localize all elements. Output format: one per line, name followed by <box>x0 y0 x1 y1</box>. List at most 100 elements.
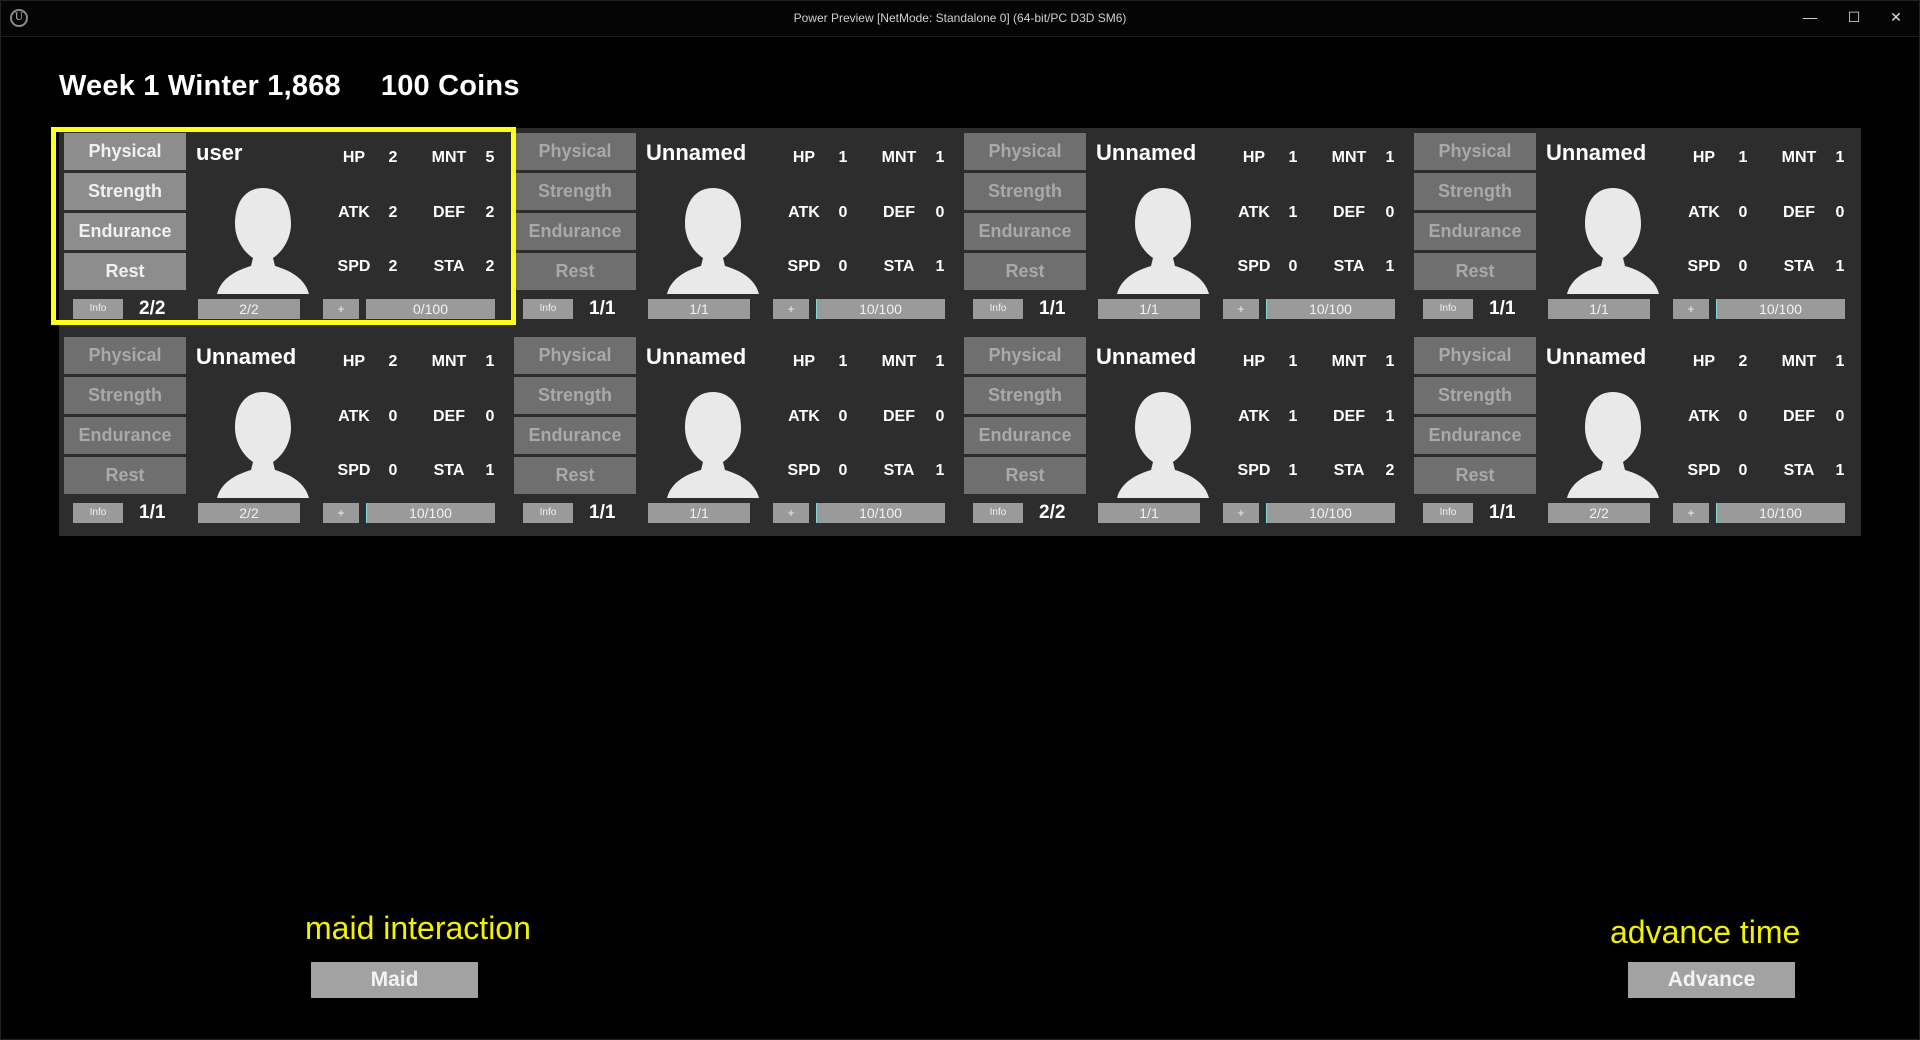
avatar-silhouette-icon <box>217 188 309 294</box>
stat-value-mnt: 1 <box>1835 353 1845 370</box>
train-rest-button[interactable]: Rest <box>514 253 636 290</box>
stat-label-atk: ATK <box>338 204 370 221</box>
train-endurance-button[interactable]: Endurance <box>514 213 636 250</box>
train-strength-button[interactable]: Strength <box>514 173 636 210</box>
character-name: user <box>196 140 243 165</box>
advance-annotation: advance time <box>1610 914 1801 950</box>
minimize-icon[interactable]: — <box>1792 4 1828 30</box>
stat-value-spd: 0 <box>838 258 848 275</box>
stat-value-def: 2 <box>485 204 495 221</box>
plus-button[interactable]: + <box>1673 299 1709 319</box>
stat-value-atk: 0 <box>1738 204 1748 221</box>
train-endurance-button[interactable]: Endurance <box>1414 417 1536 454</box>
train-physical-button[interactable]: Physical <box>64 337 186 374</box>
stat-label-hp: HP <box>792 149 816 166</box>
train-physical-button[interactable]: Physical <box>1414 133 1536 170</box>
train-rest-button[interactable]: Rest <box>64 457 186 494</box>
close-icon[interactable]: ✕ <box>1878 4 1914 30</box>
stat-label-def: DEF <box>433 408 465 425</box>
avatar <box>1107 182 1219 294</box>
info-button[interactable]: Info <box>73 503 123 523</box>
plus-button[interactable]: + <box>1223 503 1259 523</box>
info-button[interactable]: Info <box>973 299 1023 319</box>
progress-bar: 10/100 <box>1716 503 1845 523</box>
stat-value-hp: 2 <box>388 149 398 166</box>
character-card: Physical Strength Endurance Rest Unnamed HP 1 M… <box>509 128 959 328</box>
stat-label-mnt: MNT <box>1781 149 1817 166</box>
avatar-silhouette-icon <box>1567 392 1659 498</box>
stat-value-sta: 1 <box>935 258 945 275</box>
stat-label-spd: SPD <box>1237 258 1271 275</box>
stat-value-mnt: 1 <box>1835 149 1845 166</box>
info-button[interactable]: Info <box>523 503 573 523</box>
progress-text: 10/100 <box>1759 301 1802 317</box>
action-count: 1/1 <box>589 298 616 319</box>
plus-button[interactable]: + <box>773 503 809 523</box>
train-physical-button[interactable]: Physical <box>514 337 636 374</box>
stat-value-mnt: 1 <box>1385 353 1395 370</box>
train-rest-button[interactable]: Rest <box>64 253 186 290</box>
character-name: Unnamed <box>646 140 747 165</box>
progress-text: 10/100 <box>1309 301 1352 317</box>
character-card: Physical Strength Endurance Rest Unnamed HP 2 M… <box>1409 332 1859 532</box>
train-physical-button[interactable]: Physical <box>964 337 1086 374</box>
train-strength-button[interactable]: Strength <box>64 173 186 210</box>
train-strength-button[interactable]: Strength <box>1414 377 1536 414</box>
train-physical-button[interactable]: Physical <box>964 133 1086 170</box>
plus-button[interactable]: + <box>1223 299 1259 319</box>
info-button[interactable]: Info <box>1423 299 1473 319</box>
info-button[interactable]: Info <box>973 503 1023 523</box>
train-strength-button[interactable]: Strength <box>964 377 1086 414</box>
plus-button[interactable]: + <box>1673 503 1709 523</box>
stat-label-sta: STA <box>433 462 465 479</box>
plus-button[interactable]: + <box>323 503 359 523</box>
maximize-icon[interactable]: ☐ <box>1836 4 1872 30</box>
action-count: 1/1 <box>1489 298 1516 319</box>
stat-label-hp: HP <box>1692 353 1716 370</box>
train-endurance-button[interactable]: Endurance <box>64 417 186 454</box>
train-physical-button[interactable]: Physical <box>64 133 186 170</box>
info-button[interactable]: Info <box>1423 503 1473 523</box>
advance-button[interactable]: Advance <box>1628 962 1795 998</box>
info-button[interactable]: Info <box>73 299 123 319</box>
stat-label-atk: ATK <box>1688 408 1720 425</box>
window-titlebar[interactable]: U Power Preview [NetMode: Standalone 0] … <box>0 0 1920 37</box>
train-physical-button[interactable]: Physical <box>514 133 636 170</box>
train-strength-button[interactable]: Strength <box>64 377 186 414</box>
train-endurance-button[interactable]: Endurance <box>964 213 1086 250</box>
train-strength-button[interactable]: Strength <box>514 377 636 414</box>
train-endurance-button[interactable]: Endurance <box>1414 213 1536 250</box>
train-endurance-button[interactable]: Endurance <box>964 417 1086 454</box>
stat-label-hp: HP <box>342 353 366 370</box>
train-rest-button[interactable]: Rest <box>964 253 1086 290</box>
stat-label-atk: ATK <box>1238 204 1270 221</box>
stat-label-mnt: MNT <box>881 149 917 166</box>
info-button[interactable]: Info <box>523 299 573 319</box>
maid-button[interactable]: Maid <box>311 962 478 998</box>
plus-button[interactable]: + <box>773 299 809 319</box>
stat-value-sta: 1 <box>1835 258 1845 275</box>
train-strength-button[interactable]: Strength <box>1414 173 1536 210</box>
stat-label-sta: STA <box>433 258 465 275</box>
progress-bar: 10/100 <box>1266 299 1395 319</box>
stat-label-atk: ATK <box>788 204 820 221</box>
avatar-silhouette-icon <box>1117 392 1209 498</box>
plus-button[interactable]: + <box>323 299 359 319</box>
train-rest-button[interactable]: Rest <box>1414 457 1536 494</box>
train-rest-button[interactable]: Rest <box>964 457 1086 494</box>
train-strength-button[interactable]: Strength <box>964 173 1086 210</box>
train-rest-button[interactable]: Rest <box>514 457 636 494</box>
train-endurance-button[interactable]: Endurance <box>64 213 186 250</box>
train-endurance-button[interactable]: Endurance <box>514 417 636 454</box>
progress-text: 0/100 <box>412 301 449 317</box>
sub-counter: 1/1 <box>648 299 750 319</box>
train-rest-button[interactable]: Rest <box>1414 253 1536 290</box>
train-physical-button[interactable]: Physical <box>1414 337 1536 374</box>
character-name: Unnamed <box>1096 344 1197 369</box>
stat-label-hp: HP <box>1242 149 1266 166</box>
stat-label-sta: STA <box>883 462 915 479</box>
stat-label-sta: STA <box>1333 462 1365 479</box>
progress-text: 10/100 <box>409 505 452 521</box>
avatar-silhouette-icon <box>1117 188 1209 294</box>
stat-value-mnt: 1 <box>485 353 495 370</box>
